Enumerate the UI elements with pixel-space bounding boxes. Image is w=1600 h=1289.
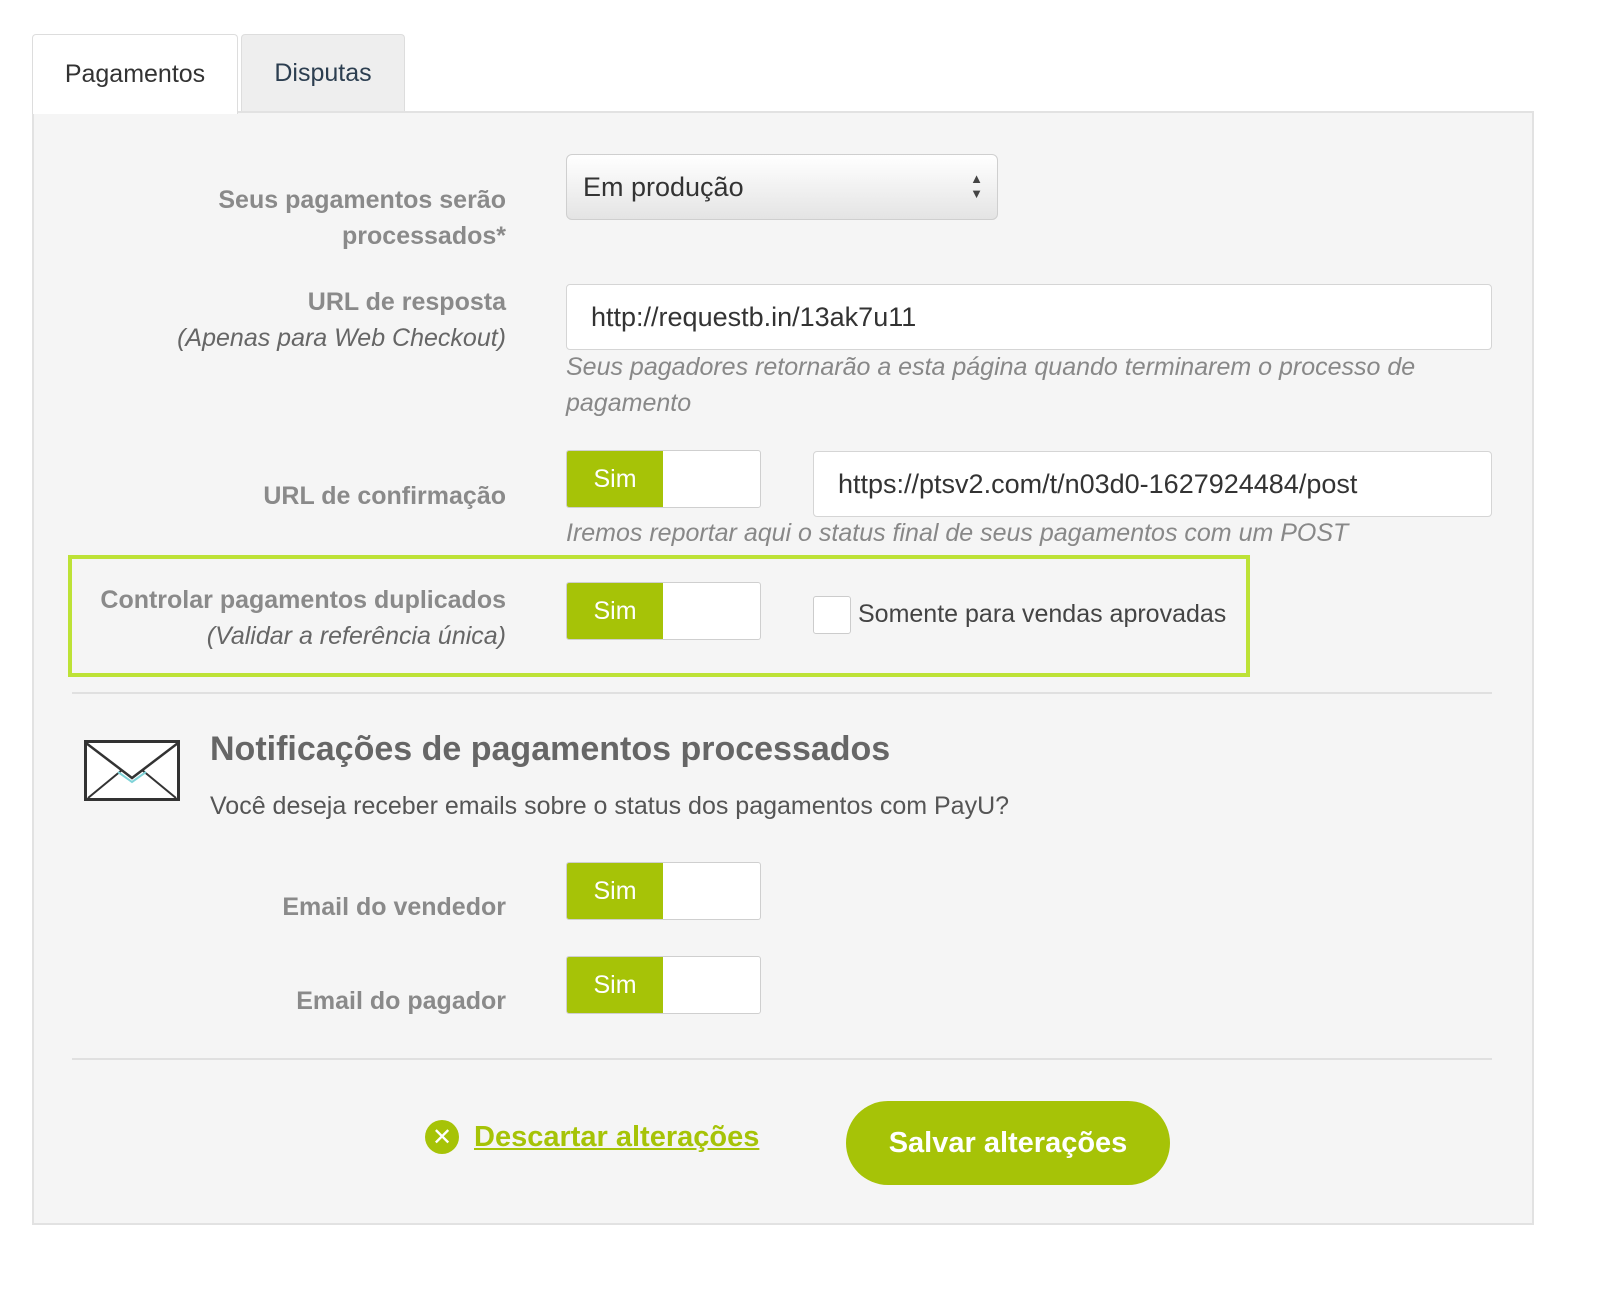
processing-select-value: Em produção bbox=[583, 171, 744, 202]
seller-email-toggle-on: Sim bbox=[567, 863, 663, 919]
notifications-description: Você deseja receber emails sobre o statu… bbox=[210, 792, 1010, 820]
payer-email-toggle-on: Sim bbox=[567, 957, 663, 1013]
approved-only-checkbox[interactable] bbox=[813, 596, 851, 634]
confirmation-url-label: URL de confirmação bbox=[263, 482, 506, 510]
notifications-title: Notificações de pagamentos processados bbox=[210, 730, 891, 768]
confirmation-url-help: Iremos reportar aqui o status final de s… bbox=[566, 519, 1349, 547]
response-url-help: Seus pagadores retornarão a esta página … bbox=[566, 353, 1416, 417]
response-url-value: http://requestb.in/13ak7u11 bbox=[591, 301, 917, 332]
confirmation-url-toggle[interactable]: Sim bbox=[566, 450, 761, 508]
payer-email-label: Email do pagador bbox=[296, 987, 506, 1015]
response-url-input[interactable]: http://requestb.in/13ak7u11 bbox=[566, 284, 1492, 350]
response-url-label: URL de resposta (Apenas para Web Checkou… bbox=[177, 284, 506, 356]
duplicates-label-text: Controlar pagamentos duplicados bbox=[100, 586, 506, 614]
save-changes-label: Salvar alterações bbox=[888, 1126, 1128, 1159]
discard-changes-link[interactable]: ✕ Descartar alterações bbox=[425, 1120, 759, 1154]
processing-select[interactable]: Em produção ▲ ▼ bbox=[566, 154, 998, 220]
tab-pagamentos-label: Pagamentos bbox=[64, 60, 206, 88]
confirmation-url-input[interactable]: https://ptsv2.com/t/n03d0-1627924484/pos… bbox=[813, 451, 1492, 517]
close-circle-icon: ✕ bbox=[425, 1120, 459, 1154]
response-url-label-text: URL de resposta bbox=[307, 288, 506, 316]
section-divider bbox=[72, 692, 1492, 694]
approved-only-label[interactable]: Somente para vendas aprovadas bbox=[858, 600, 1226, 629]
duplicates-sublabel: (Validar a referência única) bbox=[206, 622, 506, 650]
envelope-icon bbox=[84, 740, 180, 807]
response-url-sublabel: (Apenas para Web Checkout) bbox=[177, 324, 506, 352]
seller-email-toggle[interactable]: Sim bbox=[566, 862, 761, 920]
confirmation-url-toggle-on: Sim bbox=[567, 451, 663, 507]
seller-email-label: Email do vendedor bbox=[282, 893, 506, 921]
tab-disputas-label: Disputas bbox=[274, 59, 372, 87]
payer-email-toggle[interactable]: Sim bbox=[566, 956, 761, 1014]
duplicates-toggle[interactable]: Sim bbox=[566, 582, 761, 640]
discard-changes-label: Descartar alterações bbox=[474, 1120, 760, 1153]
processing-label: Seus pagamentos serão processados* bbox=[218, 186, 506, 250]
actions-divider bbox=[72, 1058, 1492, 1060]
tab-disputas[interactable]: Disputas bbox=[241, 34, 405, 112]
duplicates-label: Controlar pagamentos duplicados (Validar… bbox=[100, 582, 506, 654]
save-changes-button[interactable]: Salvar alterações bbox=[846, 1101, 1170, 1185]
confirmation-url-value: https://ptsv2.com/t/n03d0-1627924484/pos… bbox=[838, 468, 1358, 499]
duplicates-toggle-on: Sim bbox=[567, 583, 663, 639]
select-arrows-icon: ▲ ▼ bbox=[970, 171, 983, 201]
tab-pagamentos[interactable]: Pagamentos bbox=[32, 34, 238, 114]
